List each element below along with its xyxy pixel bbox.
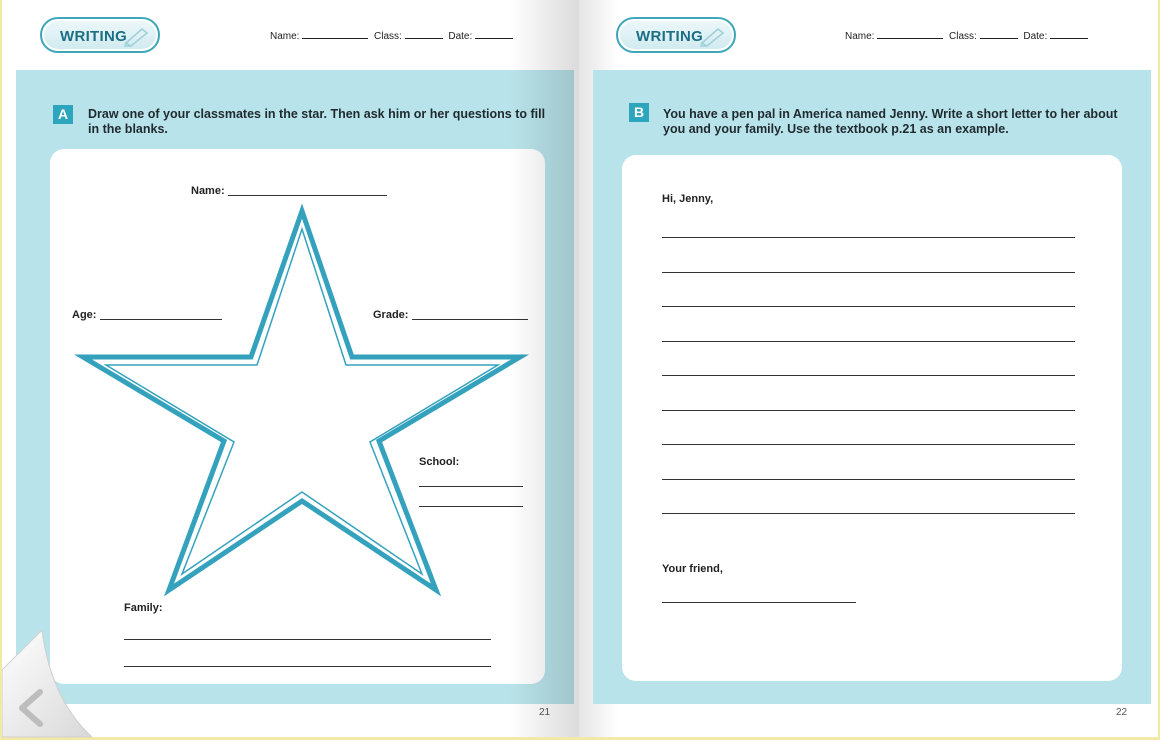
letter-closing: Your friend, bbox=[662, 563, 723, 575]
page-right: WRITING Name: Class: Date: B You have a … bbox=[579, 0, 1158, 737]
exercise-a-instruction: Draw one of your classmates in the star.… bbox=[88, 107, 546, 136]
letter-line-3[interactable] bbox=[662, 306, 1075, 307]
badge-label: WRITING bbox=[636, 28, 704, 45]
letter-line-4[interactable] bbox=[662, 341, 1075, 342]
page-number-left: 21 bbox=[539, 707, 551, 718]
letter-line-9[interactable] bbox=[662, 513, 1075, 514]
date-field[interactable] bbox=[1050, 30, 1089, 39]
letter-line-8[interactable] bbox=[662, 479, 1075, 480]
letter-line-2[interactable] bbox=[662, 272, 1075, 273]
name-label: Name: bbox=[845, 31, 875, 42]
school-line-1[interactable] bbox=[419, 486, 523, 487]
writing-badge: WRITING bbox=[40, 17, 160, 53]
school-line-2[interactable] bbox=[419, 506, 523, 507]
student-info: Name: Class: Date: bbox=[270, 30, 516, 42]
name-field[interactable] bbox=[877, 30, 944, 39]
name-label: Name: bbox=[270, 31, 300, 42]
name-field[interactable] bbox=[302, 30, 369, 39]
class-field[interactable] bbox=[404, 30, 443, 39]
school-field-label: School: bbox=[419, 456, 460, 468]
student-info: Name: Class: Date: bbox=[845, 30, 1091, 42]
section-letter-a: A bbox=[53, 105, 73, 124]
family-line-2[interactable] bbox=[124, 666, 491, 667]
letter-line-6[interactable] bbox=[662, 410, 1075, 411]
page-number-right: 22 bbox=[1116, 707, 1128, 718]
letter-line-5[interactable] bbox=[662, 375, 1075, 376]
exercise-b-instruction: You have a pen pal in America named Jenn… bbox=[663, 107, 1118, 136]
letter-greeting: Hi, Jenny, bbox=[662, 193, 714, 205]
class-label: Class: bbox=[949, 31, 977, 42]
letter-line-7[interactable] bbox=[662, 444, 1075, 445]
badge-label: WRITING bbox=[60, 28, 128, 45]
date-label: Date: bbox=[1023, 31, 1048, 42]
letter-line-1[interactable] bbox=[662, 237, 1075, 238]
date-label: Date: bbox=[448, 31, 473, 42]
letter-card: Hi, Jenny, Your friend, bbox=[622, 155, 1122, 681]
book-spread: WRITING Name: Class: Date: A Draw one of… bbox=[2, 0, 1158, 740]
page-left: WRITING Name: Class: Date: A Draw one of… bbox=[2, 0, 579, 737]
exercise-b-panel: B You have a pen pal in America named Je… bbox=[593, 70, 1151, 704]
date-field[interactable] bbox=[475, 30, 514, 39]
star-card: Name: Age: Grade: School: Family: bbox=[50, 149, 545, 684]
page-curl-prev-button[interactable] bbox=[2, 630, 92, 740]
writing-badge: WRITING bbox=[616, 17, 736, 53]
exercise-a-panel: A Draw one of your classmates in the sta… bbox=[16, 70, 574, 704]
family-field-label: Family: bbox=[124, 602, 163, 614]
pencil-icon bbox=[123, 28, 149, 47]
pencil-icon bbox=[699, 28, 725, 47]
class-label: Class: bbox=[374, 31, 402, 42]
family-line-1[interactable] bbox=[124, 639, 491, 640]
section-letter-b: B bbox=[629, 103, 649, 122]
signature-line[interactable] bbox=[662, 602, 856, 603]
class-field[interactable] bbox=[979, 30, 1018, 39]
